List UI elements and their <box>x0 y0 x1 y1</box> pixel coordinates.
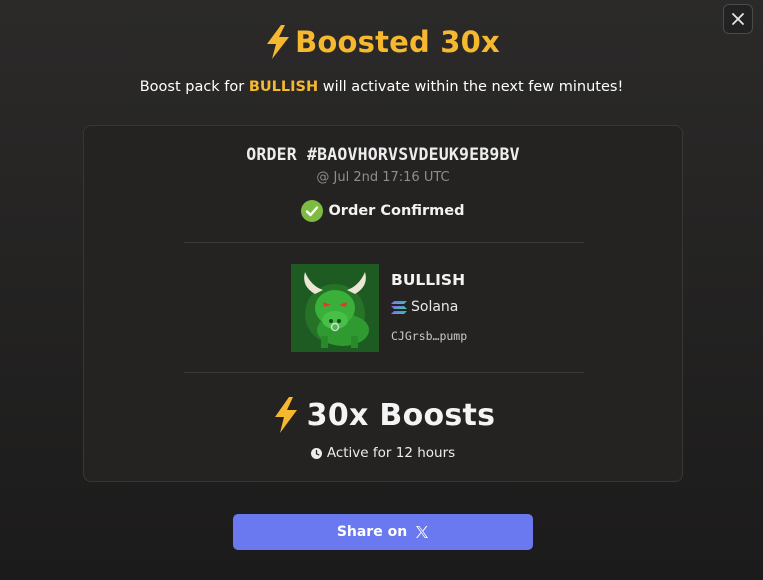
order-status-text: Order Confirmed <box>328 203 465 219</box>
token-chain: Solana <box>391 299 458 315</box>
boost-duration: Active for 12 hours <box>84 445 682 461</box>
subtitle-suffix: will activate within the next few minute… <box>318 79 624 95</box>
token-name: BULLISH <box>391 271 466 289</box>
token-address[interactable]: CJGrsb…pump <box>391 329 467 343</box>
order-id: ORDER #BAOVHORVSVDEUK9EB9BV <box>246 145 520 164</box>
boost-confirmation-modal: Boosted 30x Boost pack for BULLISH will … <box>0 0 763 580</box>
chain-name: Solana <box>411 299 459 315</box>
boost-summary: 30x Boosts <box>84 396 682 434</box>
lightning-bolt-icon <box>267 25 290 59</box>
share-label: Share on <box>336 524 408 540</box>
boost-count: 30x Boosts <box>306 397 496 433</box>
order-date: @ Jul 2nd 17:16 UTC <box>316 170 450 185</box>
lightning-bolt-icon <box>274 397 297 433</box>
share-on-x-button[interactable]: Share on <box>233 514 533 550</box>
order-status: Order Confirmed <box>84 200 682 222</box>
order-card: ORDER #BAOVHORVSVDEUK9EB9BV @ Jul 2nd 17… <box>83 125 683 482</box>
subtitle-token-name: BULLISH <box>248 79 319 95</box>
divider <box>184 372 584 373</box>
subtitle-prefix: Boost pack for <box>139 79 249 95</box>
clock-icon <box>310 447 322 459</box>
green-bull-icon <box>291 264 379 352</box>
title-text: Boosted 30x <box>295 25 500 59</box>
x-logo-icon <box>416 526 429 538</box>
subtitle: Boost pack for BULLISH will activate wit… <box>0 79 763 95</box>
divider <box>184 242 584 243</box>
duration-text: Active for 12 hours <box>326 445 456 461</box>
solana-icon <box>391 300 407 314</box>
check-circle-icon <box>301 200 324 222</box>
modal-title: Boosted 30x <box>0 24 763 60</box>
token-avatar <box>291 264 379 352</box>
